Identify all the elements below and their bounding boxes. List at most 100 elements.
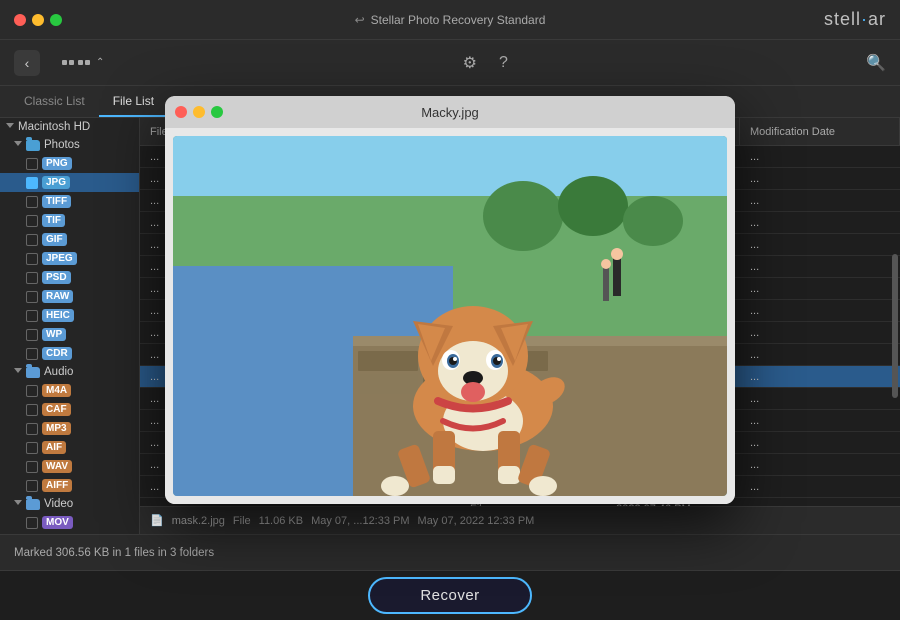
heic-checkbox[interactable] <box>26 310 38 322</box>
preview-minimize-button[interactable] <box>193 106 205 118</box>
preview-image-area <box>165 128 735 504</box>
aiff-checkbox[interactable] <box>26 480 38 492</box>
preview-close-button[interactable] <box>175 106 187 118</box>
sidebar-item-gif[interactable]: GIF <box>0 230 139 249</box>
jpg-badge: JPG <box>42 176 70 189</box>
sidebar-item-cdr[interactable]: CDR <box>0 344 139 363</box>
search-icon[interactable]: 🔍 <box>866 53 886 73</box>
sidebar-item-photos[interactable]: Photos <box>0 136 139 154</box>
col-header-modified[interactable]: Modification Date <box>740 118 900 145</box>
png-badge: PNG <box>42 157 72 170</box>
wp-checkbox[interactable] <box>26 329 38 341</box>
aif-checkbox[interactable] <box>26 442 38 454</box>
jpg-checkbox[interactable] <box>26 177 38 189</box>
bottom-size: 11.06 KB <box>259 515 303 527</box>
sidebar-item-mp3[interactable]: MP3 <box>0 419 139 438</box>
title-bar: ↩ Stellar Photo Recovery Standard stell·… <box>0 0 900 40</box>
raw-badge: RAW <box>42 290 73 303</box>
traffic-lights <box>14 14 62 26</box>
minimize-button[interactable] <box>32 14 44 26</box>
audio-label: Audio <box>44 366 73 378</box>
sidebar: Macintosh HD Photos PNG JPG TIFF TIF <box>0 118 140 534</box>
sidebar-item-tif[interactable]: TIF <box>0 211 139 230</box>
macintosh-hd-label: Macintosh HD <box>18 121 90 133</box>
psd-checkbox[interactable] <box>26 272 38 284</box>
sidebar-item-tiff[interactable]: TIFF <box>0 192 139 211</box>
tiff-checkbox[interactable] <box>26 196 38 208</box>
aiff-badge: AIFF <box>42 479 72 492</box>
tif-badge: TIF <box>42 214 65 227</box>
mp3-checkbox[interactable] <box>26 423 38 435</box>
bottom-created: May 07, ...12:33 PM <box>311 515 409 527</box>
bottom-modified: May 07, 2022 12:33 PM <box>418 515 535 527</box>
sidebar-item-m2v[interactable]: M2V <box>0 532 139 534</box>
sidebar-item-wav[interactable]: WAV <box>0 457 139 476</box>
aif-badge: AIF <box>42 441 66 454</box>
sidebar-item-psd[interactable]: PSD <box>0 268 139 287</box>
m4a-checkbox[interactable] <box>26 385 38 397</box>
sidebar-item-aiff[interactable]: AIFF <box>0 476 139 495</box>
caf-badge: CAF <box>42 403 71 416</box>
scrollbar-thumb[interactable] <box>892 254 898 398</box>
caf-checkbox[interactable] <box>26 404 38 416</box>
close-button[interactable] <box>14 14 26 26</box>
sidebar-item-mov[interactable]: MOV <box>0 513 139 532</box>
psd-badge: PSD <box>42 271 71 284</box>
mov-checkbox[interactable] <box>26 517 38 529</box>
settings-icon[interactable]: ⚙ <box>457 49 483 77</box>
tif-checkbox[interactable] <box>26 215 38 227</box>
expand-audio-icon <box>14 368 22 377</box>
help-icon[interactable]: ? <box>493 50 514 76</box>
audio-folder-icon <box>26 367 40 378</box>
recover-area: Recover <box>0 570 900 620</box>
bottom-file-row[interactable]: 📄 mask.2.jpg File 11.06 KB May 07, ...12… <box>140 506 900 534</box>
gif-badge: GIF <box>42 233 67 246</box>
heic-badge: HEIC <box>42 309 74 322</box>
wp-badge: WP <box>42 328 66 341</box>
view-toggle[interactable]: ⌃ <box>62 57 104 68</box>
bottom-filename: mask.2.jpg <box>172 515 225 527</box>
status-bar: Marked 306.56 KB in 1 files in 3 folders <box>0 534 900 570</box>
cdr-checkbox[interactable] <box>26 348 38 360</box>
sidebar-item-wp[interactable]: WP <box>0 325 139 344</box>
back-arrow-icon: ↩ <box>355 13 365 27</box>
sidebar-item-audio[interactable]: Audio <box>0 363 139 381</box>
video-folder-icon <box>26 499 40 510</box>
sidebar-item-aif[interactable]: AIF <box>0 438 139 457</box>
tab-file-list[interactable]: File List <box>99 86 168 117</box>
jpeg-checkbox[interactable] <box>26 253 38 265</box>
video-label: Video <box>44 498 73 510</box>
sidebar-item-macintosh-hd[interactable]: Macintosh HD <box>0 118 139 136</box>
photos-label: Photos <box>44 139 80 151</box>
m4a-badge: M4A <box>42 384 71 397</box>
raw-checkbox[interactable] <box>26 291 38 303</box>
preview-modal[interactable]: Macky.jpg <box>165 96 735 504</box>
sidebar-item-jpg[interactable]: JPG <box>0 173 139 192</box>
bottom-type: File <box>233 515 251 527</box>
folder-icon <box>26 140 40 151</box>
wav-badge: WAV <box>42 460 72 473</box>
tiff-badge: TIFF <box>42 195 71 208</box>
wav-checkbox[interactable] <box>26 461 38 473</box>
sidebar-item-video[interactable]: Video <box>0 495 139 513</box>
preview-titlebar: Macky.jpg <box>165 96 735 128</box>
maximize-button[interactable] <box>50 14 62 26</box>
sidebar-item-caf[interactable]: CAF <box>0 400 139 419</box>
back-button[interactable]: ‹ <box>14 50 40 76</box>
tab-classic-list[interactable]: Classic List <box>10 86 99 117</box>
status-text: Marked 306.56 KB in 1 files in 3 folders <box>14 547 214 559</box>
preview-maximize-button[interactable] <box>211 106 223 118</box>
sidebar-item-jpeg[interactable]: JPEG <box>0 249 139 268</box>
sidebar-item-m4a[interactable]: M4A <box>0 381 139 400</box>
gif-checkbox[interactable] <box>26 234 38 246</box>
app-title: ↩ Stellar Photo Recovery Standard <box>355 13 546 27</box>
recover-button[interactable]: Recover <box>368 577 531 614</box>
file-icon: 📄 <box>150 514 164 527</box>
app-logo: stell·ar <box>824 9 886 30</box>
expand-icon <box>6 123 14 132</box>
png-checkbox[interactable] <box>26 158 38 170</box>
sidebar-item-png[interactable]: PNG <box>0 154 139 173</box>
sidebar-item-heic[interactable]: HEIC <box>0 306 139 325</box>
sidebar-item-raw[interactable]: RAW <box>0 287 139 306</box>
preview-image <box>173 136 727 496</box>
